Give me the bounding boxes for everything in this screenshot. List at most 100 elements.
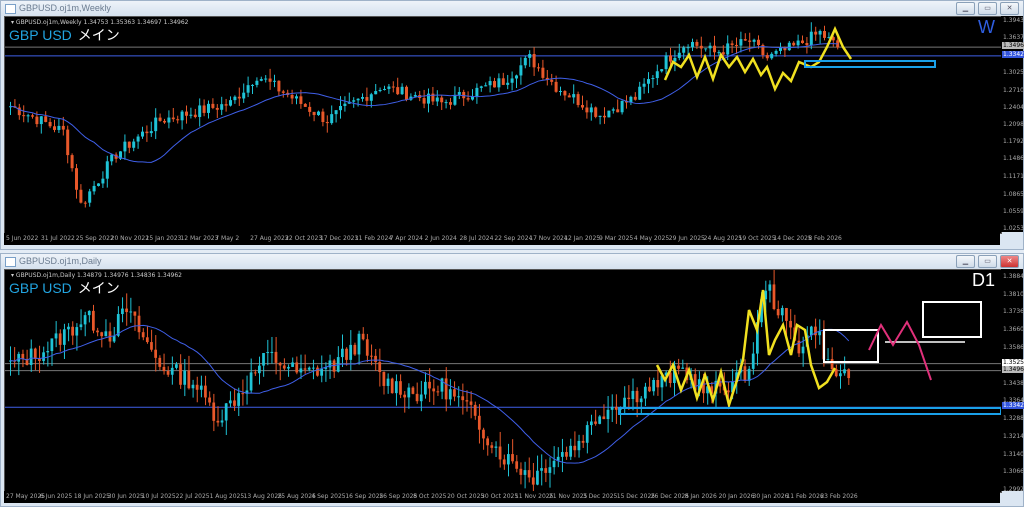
daily-date-axis[interactable]: 27 May 2025 6 Jun 2025 18 Jun 2025 30 Jun 2… [4, 491, 1000, 503]
candle [145, 337, 149, 343]
maximize-button[interactable]: ▭ [978, 2, 997, 15]
candles [9, 22, 840, 208]
candle [590, 421, 593, 426]
candle [603, 115, 606, 118]
candle [71, 326, 74, 336]
candle [691, 41, 694, 48]
weekly-date-axis[interactable]: 5 Jun 2022 31 Jul 2022 25 Sep 2022 20 Nov 2… [4, 233, 1000, 245]
daily-candles [5, 270, 1001, 492]
candle [403, 394, 406, 398]
price-label: 1.30250 [1003, 68, 1024, 76]
date-label: 23 Feb 2026 [820, 493, 858, 500]
candle [295, 96, 298, 99]
price-label: 1.36370 [1003, 34, 1024, 42]
candle [774, 50, 778, 54]
target-box[interactable] [922, 301, 982, 338]
candle [67, 326, 70, 330]
candle [805, 43, 809, 46]
candle [150, 342, 153, 350]
candle [316, 367, 319, 376]
candle [141, 332, 145, 338]
candle [110, 154, 114, 162]
date-label: 20 Jan 2026 [718, 493, 755, 500]
candle [796, 40, 800, 46]
maximize-button[interactable]: ▭ [978, 255, 997, 268]
candle [92, 310, 95, 331]
candle [357, 333, 361, 355]
price-label: 1.38840 [1003, 273, 1024, 280]
date-label: 17 Dec 2023 [319, 235, 359, 242]
weekly-title-bar[interactable]: GBPUSD.oj1m,Weekly ▁ ▭ ✕ [1, 1, 1023, 16]
date-label: 22 Sep 2024 [494, 235, 533, 242]
candle [510, 78, 514, 83]
candle [695, 41, 699, 46]
candle [686, 47, 690, 49]
date-label: 20 Oct 2025 [447, 493, 485, 500]
price-label: 1.34380 [1003, 379, 1024, 387]
candle [735, 44, 738, 46]
date-label: 15 Dec 2025 [616, 493, 656, 500]
close-button[interactable]: ✕ [1000, 255, 1019, 268]
candle [606, 409, 610, 420]
candle [528, 53, 532, 58]
candle [353, 344, 357, 355]
label-jp: メイン [77, 27, 120, 43]
candle [220, 420, 224, 423]
candle [537, 67, 540, 69]
minimize-button[interactable]: ▁ [956, 255, 975, 268]
date-label: 2 Jun 2024 [424, 235, 457, 242]
candle [664, 55, 668, 70]
weekly-chart-window: GBPUSD.oj1m,Weekly ▁ ▭ ✕ ▾ GBPUSD.oj1m,Wee… [0, 0, 1024, 250]
candle [237, 393, 240, 406]
candle [87, 310, 91, 316]
weekly-chart-area[interactable]: ▾ GBPUSD.oj1m,Weekly 1.34753 1.35363 1.3… [4, 16, 1002, 234]
candle [830, 359, 834, 370]
candle [83, 315, 87, 325]
price-label: 1.08650 [1003, 190, 1024, 198]
candle [502, 459, 506, 465]
candle [497, 78, 501, 88]
date-label: 12 Jan 2025 [564, 235, 601, 242]
candle [823, 30, 826, 38]
weekly-price-axis[interactable]: 1.39430 1.36370 1.30250 1.27100 1.24040 1.209… [1001, 16, 1024, 232]
candle [726, 390, 730, 393]
candle [642, 83, 646, 87]
date-label: 24 Aug 2025 [703, 235, 743, 242]
candle [349, 344, 353, 360]
support-zone-box[interactable] [804, 60, 936, 68]
weekly-candles [5, 22, 1001, 208]
candle [246, 85, 250, 93]
close-button[interactable]: ✕ [1000, 2, 1019, 15]
candle [639, 398, 643, 403]
price-label: 1.27100 [1003, 86, 1024, 94]
candle [565, 452, 568, 457]
candle [708, 45, 712, 49]
candle [378, 362, 382, 372]
candle [681, 367, 685, 369]
candle [743, 39, 747, 41]
daily-price-axis[interactable]: 1.38840 1.38100 1.37360 1.36600 1.35860 1.343… [1001, 269, 1024, 493]
candle [594, 107, 598, 117]
candle [270, 351, 274, 353]
candle [540, 468, 543, 471]
candle [739, 39, 743, 46]
candle [616, 109, 620, 113]
candle [46, 351, 50, 353]
candle [449, 102, 452, 105]
support-zone-box[interactable] [618, 407, 1001, 415]
candle [193, 114, 197, 118]
candle [757, 39, 760, 46]
candle [507, 454, 510, 465]
daily-chart-area[interactable]: ▾ GBPUSD.oj1m,Daily 1.34879 1.34976 1.34… [4, 269, 1002, 493]
candle [647, 79, 650, 84]
candle [785, 307, 788, 321]
minimize-button[interactable]: ▁ [956, 2, 975, 15]
chart-window-icon [5, 4, 16, 14]
candle [383, 88, 386, 90]
daily-window-title: GBPUSD.oj1m,Daily [19, 256, 102, 266]
daily-title-bar[interactable]: GBPUSD.oj1m,Daily ▁ ▭ ✕ [1, 254, 1023, 269]
price-label: 1.20980 [1003, 121, 1024, 128]
candle [699, 45, 703, 49]
candle [290, 94, 294, 99]
candle [826, 359, 830, 361]
